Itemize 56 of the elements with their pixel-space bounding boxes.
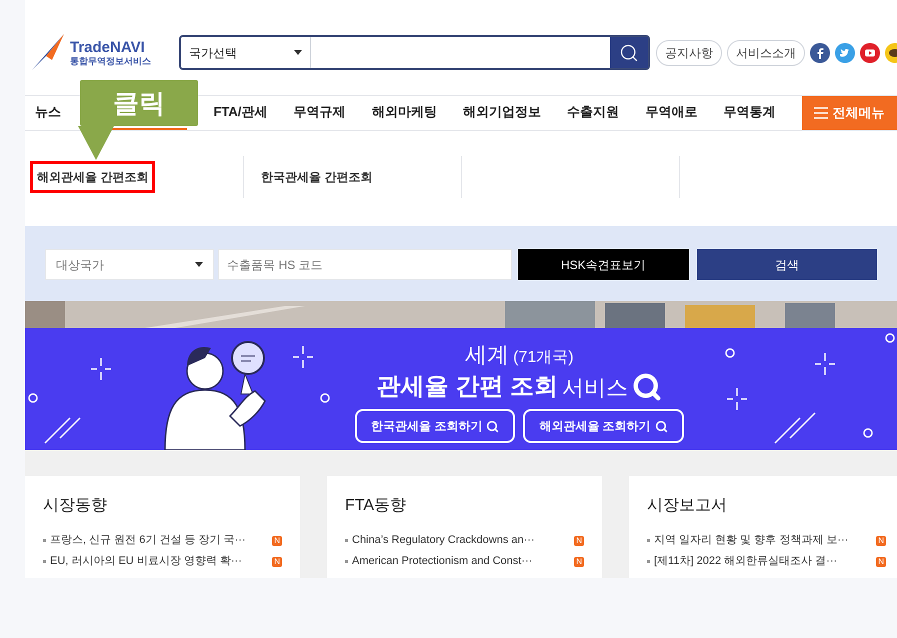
nav-tab[interactable]: FTA/관세 (213, 96, 268, 130)
news-link[interactable]: China’s Regulatory Crackdowns an··· (352, 532, 570, 549)
facebook-icon[interactable] (810, 42, 830, 62)
caret-icon (195, 262, 204, 267)
new-badge: N (876, 556, 886, 566)
new-badge: N (272, 536, 282, 546)
bullet-icon (345, 539, 348, 542)
bullet-icon (345, 560, 348, 563)
card-title: FTA동향 (345, 496, 408, 516)
banner-subtitle: 서비스 (562, 374, 628, 402)
bullet-icon (43, 539, 46, 542)
news-link[interactable]: 프랑스, 신규 원전 6기 건설 등 장기 국··· (50, 532, 268, 549)
submenu-link[interactable]: 한국관세율 간편조회 (257, 164, 376, 190)
video-play-icon[interactable] (860, 42, 880, 62)
hsk-table-button[interactable]: HSK속견표보기 (518, 249, 689, 280)
news-link[interactable]: EU, 러시아의 EU 비료시장 영향력 확··· (50, 553, 268, 570)
bullet-icon (647, 539, 650, 542)
pill-link[interactable]: 공지사항 (656, 40, 722, 66)
callout-pointer-icon (78, 126, 114, 160)
nav-tab[interactable]: 해외마케팅 (372, 96, 437, 130)
submenu-link[interactable]: 해외관세율 간편조회 (30, 161, 156, 193)
lookup-button[interactable]: 해외관세율 조회하기 (523, 409, 684, 443)
nav-tab[interactable]: 해외기업정보 (463, 96, 542, 130)
nav-tab[interactable]: 무역애로 (645, 96, 698, 130)
banner-count: (71개국) (513, 348, 574, 368)
nav-tab[interactable]: 수출지원 (567, 96, 620, 130)
nav-tab[interactable]: 무역규제 (294, 96, 346, 130)
chat-bubble-icon[interactable] (885, 42, 897, 62)
banner-title: 세계 (465, 341, 510, 369)
logo-text: TradeNAVI (70, 40, 146, 54)
twitter-icon[interactable] (835, 42, 855, 62)
card-title: 시장동향 (43, 496, 108, 516)
new-badge: N (272, 556, 282, 566)
hs-code-field[interactable]: 수출품목 HS 코드 (218, 249, 512, 280)
bullet-icon (647, 560, 650, 563)
logo-subtitle: 통합무역정보서비스 (70, 56, 151, 66)
logo-icon (30, 34, 66, 72)
lookup-button[interactable]: 한국관세율 조회하기 (355, 409, 516, 443)
country-select[interactable]: 대상국가 (45, 249, 214, 280)
search-icon (632, 372, 662, 402)
menu-icon (814, 107, 828, 119)
pill-link[interactable]: 서비스소개 (727, 40, 805, 66)
search-icon (654, 420, 668, 432)
new-badge: N (876, 536, 886, 546)
search-submit-button[interactable]: 검색 (696, 249, 877, 280)
new-badge: N (574, 536, 584, 546)
banner-headline: 관세율 간편 조회 (376, 372, 558, 402)
search-icon (486, 420, 500, 432)
nav-tab[interactable]: 뉴스 (35, 96, 61, 130)
news-link[interactable]: 지역 일자리 현황 및 향후 정책과제 보··· (654, 532, 872, 549)
bullet-icon (43, 560, 46, 563)
new-badge: N (574, 556, 584, 566)
news-link[interactable]: [제11차] 2022 해외한류실태조사 결··· (654, 553, 872, 570)
nav-tab[interactable]: 무역통계 (724, 96, 776, 130)
news-link[interactable]: American Protectionism and Const··· (352, 553, 570, 570)
card-title: 시장보고서 (647, 496, 728, 516)
